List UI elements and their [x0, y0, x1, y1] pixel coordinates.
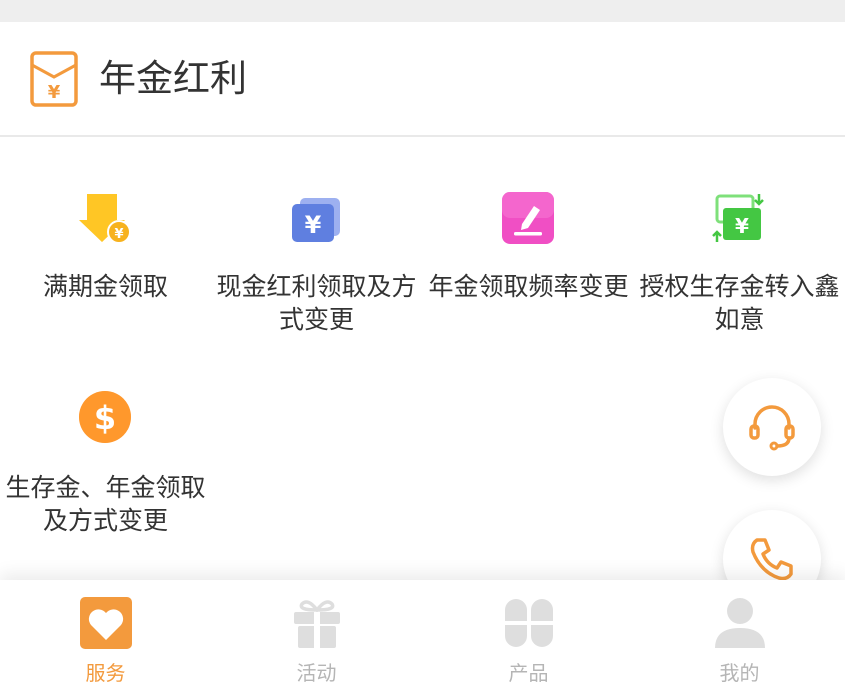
- tab-label: 活动: [296, 661, 337, 685]
- user-icon: [715, 598, 765, 648]
- heart-icon: [80, 597, 132, 649]
- bottom-tab-bar: 服务 活动 产品 我的: [0, 580, 845, 689]
- tab-label: 服务: [85, 661, 126, 685]
- service-label: 生存金、年金领取及方式变更: [5, 473, 206, 535]
- service-label: 授权生存金转入鑫如意: [639, 272, 840, 334]
- headset-icon: [749, 405, 795, 451]
- svg-text:¥: ¥: [48, 82, 61, 103]
- tab-mine[interactable]: 我的: [634, 580, 845, 689]
- red-envelope-yuan-icon: ¥: [30, 51, 78, 107]
- phone-icon: [750, 538, 793, 581]
- status-strip: [0, 0, 845, 22]
- clover-grid-icon: [505, 599, 553, 647]
- tab-activity[interactable]: 活动: [211, 580, 422, 689]
- service-label: 现金红利领取及方式变更: [216, 272, 417, 334]
- tab-label: 产品: [508, 661, 549, 685]
- header: ¥ 年金红利: [0, 22, 845, 137]
- yuan-cards-icon: ¥: [292, 198, 340, 242]
- dollar-coin-icon: $: [79, 391, 131, 443]
- edit-pen-icon: [502, 192, 554, 244]
- svg-text:¥: ¥: [114, 227, 123, 242]
- service-label: 满期金领取: [42, 272, 168, 301]
- page: ¥ 年金红利 ¥ 满期金领取 ¥ 现金红利领取及方式变更 年金领取频率变更 ¥ …: [0, 0, 845, 689]
- tab-label: 我的: [719, 661, 760, 685]
- tab-product[interactable]: 产品: [423, 580, 634, 689]
- customer-service-button[interactable]: [723, 378, 821, 476]
- svg-text:¥: ¥: [305, 211, 322, 239]
- gift-icon: [294, 600, 340, 648]
- arrow-down-coin-icon: ¥: [79, 194, 131, 244]
- service-label: 年金领取频率变更: [428, 272, 629, 301]
- tab-service[interactable]: 服务: [0, 580, 211, 689]
- svg-text:$: $: [94, 399, 116, 437]
- svg-text:¥: ¥: [735, 214, 749, 238]
- transfer-yuan-icon: ¥: [712, 194, 764, 242]
- page-title: 年金红利: [99, 57, 247, 100]
